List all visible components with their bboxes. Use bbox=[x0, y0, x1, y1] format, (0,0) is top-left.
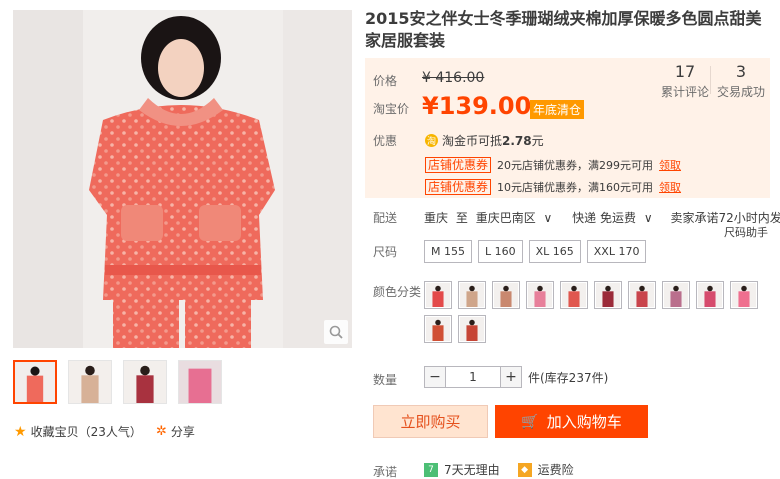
coupon-row-2: 店铺优惠券 10元店铺优惠券，满160元可用 领取 bbox=[425, 179, 681, 195]
color-swatch[interactable] bbox=[730, 281, 758, 309]
seven-day-return-text[interactable]: 7天无理由 bbox=[444, 461, 500, 478]
taojinbi-row: 淘 淘金币可抵 2.78 元 bbox=[425, 132, 544, 149]
deals-label: 交易成功 bbox=[716, 85, 765, 99]
reviews-label: 累计评论 bbox=[660, 85, 709, 99]
chevron-down-icon: ∨ bbox=[543, 211, 553, 225]
chevron-down-icon: ∨ bbox=[643, 211, 653, 225]
ship-from: 重庆 bbox=[424, 211, 449, 225]
share-link[interactable]: ✲ 分享 bbox=[156, 423, 195, 440]
ship-promise: 卖家承诺72小时内发货 bbox=[670, 211, 780, 225]
stat-divider bbox=[710, 66, 711, 94]
color-swatch[interactable] bbox=[696, 281, 724, 309]
current-price: ¥139.00 bbox=[422, 92, 532, 120]
quantity-input[interactable]: 1 bbox=[446, 366, 500, 388]
color-swatch[interactable] bbox=[492, 281, 520, 309]
size-options: M 155 L 160 XL 165 XXL 170 bbox=[424, 240, 647, 263]
add-to-cart-button[interactable]: 🛒 加入购物车 bbox=[495, 405, 648, 438]
original-price-label: 价格 bbox=[373, 74, 398, 88]
color-swatch[interactable] bbox=[628, 281, 656, 309]
color-swatch[interactable] bbox=[458, 281, 486, 309]
color-swatch[interactable] bbox=[594, 281, 622, 309]
increase-button[interactable]: + bbox=[500, 366, 522, 388]
share-label: 分享 bbox=[170, 425, 195, 439]
thumbnail-4[interactable] bbox=[178, 360, 222, 404]
quantity-stepper: − 1 + 件(库存237件) bbox=[424, 366, 608, 388]
color-swatch[interactable] bbox=[424, 281, 452, 309]
promise-row: 7 7天无理由 ◆ 运费险 bbox=[424, 461, 574, 478]
stock-text: 件(库存237件) bbox=[528, 370, 609, 385]
add-to-cart-label: 加入购物车 bbox=[546, 413, 622, 431]
coupon-tag: 店铺优惠券 bbox=[425, 179, 492, 195]
size-option[interactable]: L 160 bbox=[477, 240, 523, 263]
color-label: 颜色分类 bbox=[373, 285, 422, 299]
thumbnail-2[interactable] bbox=[68, 360, 112, 404]
coin-unit: 元 bbox=[531, 134, 544, 148]
claim-coupon-link[interactable]: 领取 bbox=[659, 179, 681, 195]
original-price: ¥ 416.00 bbox=[422, 70, 485, 86]
shipping-method: 快递 免运费 ∨ bbox=[572, 211, 656, 225]
coin-amount: 2.78 bbox=[502, 133, 532, 148]
zoom-icon[interactable] bbox=[324, 320, 348, 344]
color-swatch[interactable] bbox=[560, 281, 588, 309]
ship-to-select[interactable]: 重庆巴南区 ∨ bbox=[476, 211, 557, 225]
favorite-link[interactable]: ★ 收藏宝贝（23人气） bbox=[14, 423, 142, 440]
coupon-tag: 店铺优惠券 bbox=[425, 157, 492, 173]
size-label: 尺码 bbox=[373, 245, 398, 259]
thumbnail-1[interactable] bbox=[13, 360, 57, 404]
color-swatches bbox=[424, 281, 774, 343]
coin-icon: 淘 bbox=[425, 134, 438, 147]
color-swatch[interactable] bbox=[424, 315, 452, 343]
color-swatch[interactable] bbox=[526, 281, 554, 309]
main-product-image[interactable] bbox=[13, 10, 352, 348]
promise-label: 承诺 bbox=[373, 465, 398, 479]
size-option[interactable]: M 155 bbox=[424, 240, 472, 263]
taobao-price-label: 淘宝价 bbox=[373, 102, 410, 116]
product-title: 2015安之伴女士冬季珊瑚绒夹棉加厚保暖多色圆点甜美家居服套装 bbox=[365, 9, 762, 50]
ship-to-word: 至 bbox=[455, 211, 468, 225]
buy-now-button[interactable]: 立即购买 bbox=[373, 405, 488, 438]
coin-text: 淘金币可抵 bbox=[442, 134, 503, 148]
ship-to: 重庆巴南区 bbox=[475, 211, 536, 225]
coupon-text: 20元店铺优惠券，满299元可用 bbox=[497, 159, 654, 172]
deals-count: 3 bbox=[735, 62, 747, 81]
decrease-button[interactable]: − bbox=[424, 366, 446, 388]
deals-stat: 3 交易成功 bbox=[715, 62, 767, 100]
claim-coupon-link[interactable]: 领取 bbox=[659, 157, 681, 173]
size-option[interactable]: XL 165 bbox=[528, 240, 581, 263]
favorite-label: 收藏宝贝（23人气） bbox=[30, 425, 142, 439]
seven-day-return-icon: 7 bbox=[424, 462, 438, 477]
thumbnail-3[interactable] bbox=[123, 360, 167, 404]
thumbnail-strip bbox=[13, 360, 222, 404]
coupon-text: 10元店铺优惠券，满160元可用 bbox=[497, 181, 654, 194]
coupon-row-1: 店铺优惠券 20元店铺优惠券，满299元可用 领取 bbox=[425, 157, 681, 173]
reviews-stat[interactable]: 17 累计评论 bbox=[657, 62, 713, 100]
price-panel: 价格 ¥ 416.00 淘宝价 ¥139.00 年底清仓 17 累计评论 3 交… bbox=[365, 58, 770, 198]
quantity-label: 数量 bbox=[373, 373, 398, 387]
cart-icon: 🛒 bbox=[521, 413, 539, 430]
star-icon: ★ bbox=[14, 423, 27, 440]
shipping-insurance-text[interactable]: 运费险 bbox=[538, 461, 574, 478]
discount-label: 优惠 bbox=[373, 134, 398, 148]
product-photo bbox=[13, 10, 352, 348]
color-swatch[interactable] bbox=[662, 281, 690, 309]
delivery-label: 配送 bbox=[373, 211, 398, 225]
shipping-insurance-icon: ◆ bbox=[517, 462, 532, 477]
reviews-count: 17 bbox=[674, 62, 696, 81]
size-helper-link[interactable]: 尺码助手 bbox=[724, 224, 768, 240]
color-swatch[interactable] bbox=[458, 315, 486, 343]
promo-badge: 年底清仓 bbox=[530, 100, 585, 119]
size-option[interactable]: XXL 170 bbox=[586, 240, 647, 263]
share-icon: ✲ bbox=[156, 424, 167, 439]
shipping-method-text: 快递 免运费 bbox=[572, 211, 636, 225]
